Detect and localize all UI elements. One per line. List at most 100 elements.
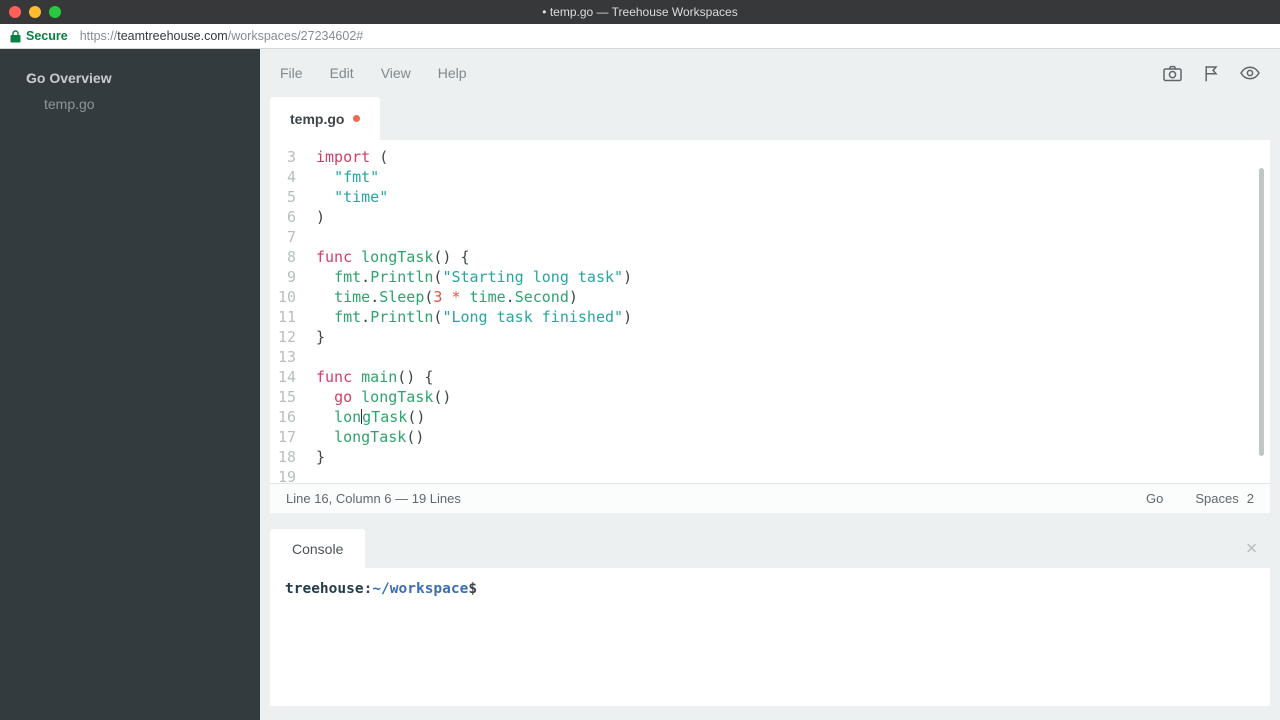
code-text: } xyxy=(296,447,325,467)
code-line[interactable]: 15 go longTask() xyxy=(270,387,1270,407)
eye-icon[interactable] xyxy=(1240,66,1260,80)
line-number: 17 xyxy=(270,427,296,447)
line-number: 7 xyxy=(270,227,296,247)
code-line[interactable]: 7 xyxy=(270,227,1270,247)
browser-window: • temp.go — Treehouse Workspaces Secure … xyxy=(0,0,1280,720)
code-line[interactable]: 10 time.Sleep(3 * time.Second) xyxy=(270,287,1270,307)
line-number: 6 xyxy=(270,207,296,227)
menu-edit[interactable]: Edit xyxy=(330,65,354,81)
url-scheme: https:// xyxy=(80,29,118,43)
code-text: fmt.Println("Starting long task") xyxy=(296,267,632,287)
lock-icon xyxy=(10,30,21,43)
sidebar-item-label: temp.go xyxy=(44,96,95,112)
unsaved-dot-icon xyxy=(353,115,360,122)
camera-icon[interactable] xyxy=(1163,65,1182,82)
sidebar-item-label: Go Overview xyxy=(26,70,112,86)
code-line[interactable]: 5 "time" xyxy=(270,187,1270,207)
code-text: func main() { xyxy=(296,367,433,387)
line-number: 14 xyxy=(270,367,296,387)
sidebar-item-temp-go[interactable]: temp.go xyxy=(0,91,260,117)
line-number: 10 xyxy=(270,287,296,307)
panel-gap xyxy=(260,513,1280,529)
code-text: "fmt" xyxy=(296,167,379,187)
code-text: fmt.Println("Long task finished") xyxy=(296,307,632,327)
code-text: go longTask() xyxy=(296,387,451,407)
line-number: 9 xyxy=(270,267,296,287)
title-bar: • temp.go — Treehouse Workspaces xyxy=(0,0,1280,24)
code-line[interactable]: 9 fmt.Println("Starting long task") xyxy=(270,267,1270,287)
minimize-button[interactable] xyxy=(29,6,41,18)
close-button[interactable] xyxy=(9,6,21,18)
address-input[interactable]: https://teamtreehouse.com/workspaces/272… xyxy=(80,29,364,43)
syntax-mode-selector[interactable]: Go xyxy=(1146,491,1163,506)
code-line[interactable]: 6) xyxy=(270,207,1270,227)
secure-label: Secure xyxy=(26,29,68,43)
zoom-button[interactable] xyxy=(49,6,61,18)
flag-icon[interactable] xyxy=(1204,65,1218,82)
indent-value: 2 xyxy=(1247,491,1254,506)
window-title: • temp.go — Treehouse Workspaces xyxy=(0,5,1280,19)
prompt-path: ~/workspace xyxy=(372,581,468,597)
indent-label: Spaces xyxy=(1195,491,1238,506)
code-text: longTask() xyxy=(296,407,425,427)
close-icon[interactable]: ✕ xyxy=(1245,541,1258,556)
line-number: 11 xyxy=(270,307,296,327)
code-area: 3import (4 "fmt"5 "time"6)78func longTas… xyxy=(270,147,1270,483)
console-tab-label: Console xyxy=(292,541,343,557)
workspace-main: File Edit View Help xyxy=(260,49,1280,720)
code-text: time.Sleep(3 * time.Second) xyxy=(296,287,578,307)
sidebar-item-go-overview[interactable]: ‹ Go Overview xyxy=(0,65,260,91)
tab-console[interactable]: Console xyxy=(270,529,365,568)
code-line[interactable]: 17 longTask() xyxy=(270,427,1270,447)
code-editor[interactable]: 3import (4 "fmt"5 "time"6)78func longTas… xyxy=(270,140,1270,483)
url-bar[interactable]: Secure https://teamtreehouse.com/workspa… xyxy=(0,24,1280,49)
editor-tab-bar: temp.go xyxy=(270,97,1270,140)
prompt-user: treehouse xyxy=(285,581,364,597)
line-number: 4 xyxy=(270,167,296,187)
code-line[interactable]: 18} xyxy=(270,447,1270,467)
line-number: 16 xyxy=(270,407,296,427)
editor-scrollbar[interactable] xyxy=(1259,168,1264,456)
code-line[interactable]: 14func main() { xyxy=(270,367,1270,387)
menu-file[interactable]: File xyxy=(280,65,303,81)
code-line[interactable]: 3import ( xyxy=(270,147,1270,167)
cursor-position-status: Line 16, Column 6 — 19 Lines xyxy=(286,491,1146,506)
menu-help[interactable]: Help xyxy=(438,65,467,81)
line-number: 15 xyxy=(270,387,296,407)
code-text: import ( xyxy=(296,147,388,167)
console-terminal[interactable]: treehouse:~/workspace$ xyxy=(270,568,1270,706)
code-text: } xyxy=(296,327,325,347)
code-line[interactable]: 16 longTask() xyxy=(270,407,1270,427)
prompt-separator: : xyxy=(364,581,373,597)
code-text: longTask() xyxy=(296,427,424,447)
traffic-lights xyxy=(0,6,61,18)
code-line[interactable]: 4 "fmt" xyxy=(270,167,1270,187)
tab-temp-go[interactable]: temp.go xyxy=(270,97,380,140)
file-sidebar: ‹ Go Overview temp.go xyxy=(0,49,260,720)
line-number: 12 xyxy=(270,327,296,347)
code-line[interactable]: 8func longTask() { xyxy=(270,247,1270,267)
menu-view[interactable]: View xyxy=(381,65,411,81)
url-path: /workspaces/27234602# xyxy=(228,29,364,43)
code-line[interactable]: 11 fmt.Println("Long task finished") xyxy=(270,307,1270,327)
toolbar-icons xyxy=(1163,65,1260,82)
code-line[interactable]: 13 xyxy=(270,347,1270,367)
line-number: 19 xyxy=(270,467,296,483)
console-tab-bar: Console ✕ xyxy=(270,529,1270,568)
back-chevron-icon: ‹ xyxy=(0,67,26,89)
code-text: "time" xyxy=(296,187,388,207)
url-domain: teamtreehouse.com xyxy=(117,29,227,43)
line-number: 8 xyxy=(270,247,296,267)
code-text xyxy=(296,227,316,247)
code-line[interactable]: 12} xyxy=(270,327,1270,347)
line-number: 13 xyxy=(270,347,296,367)
line-number: 5 xyxy=(270,187,296,207)
code-text: func longTask() { xyxy=(296,247,470,267)
indentation-selector[interactable]: Spaces 2 xyxy=(1195,491,1254,506)
code-line[interactable]: 19 xyxy=(270,467,1270,483)
editor-status-bar: Line 16, Column 6 — 19 Lines Go Spaces 2 xyxy=(270,483,1270,513)
prompt-symbol: $ xyxy=(468,581,477,597)
code-text: ) xyxy=(296,207,325,227)
code-text xyxy=(296,347,316,367)
tab-label: temp.go xyxy=(290,111,344,127)
